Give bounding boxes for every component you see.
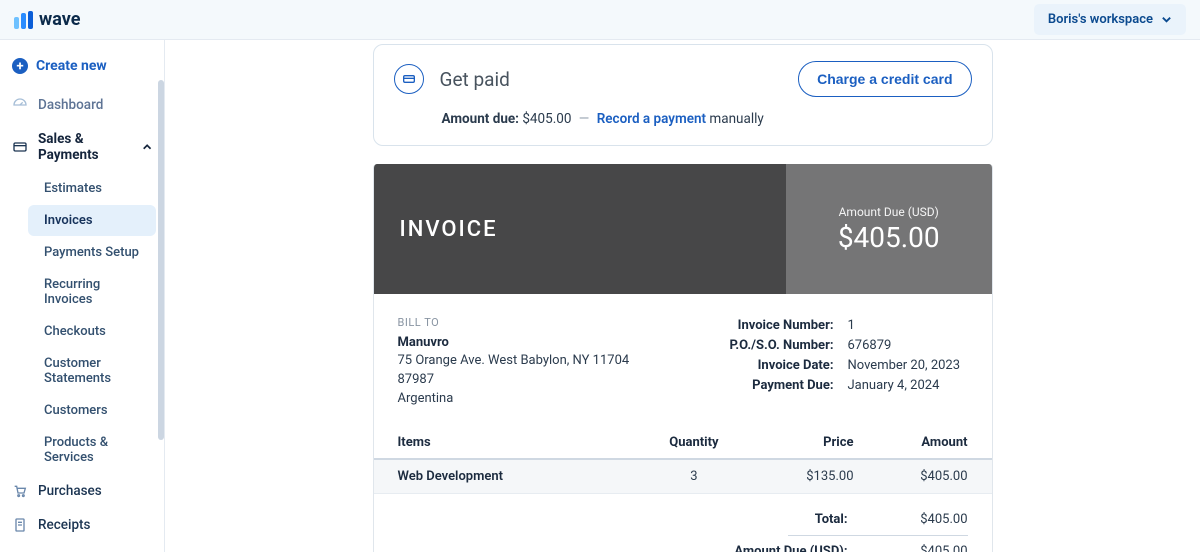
credit-card-icon xyxy=(394,64,424,94)
invoice-amount-due: $405.00 xyxy=(838,221,940,254)
invoice-totals: Total: $405.00 Amount Due (USD): $405.00 xyxy=(374,494,992,552)
invoice-date-value: November 20, 2023 xyxy=(848,356,968,376)
sidebar-item-payments-setup[interactable]: Payments Setup xyxy=(28,237,156,268)
items-table-head: Items Quantity Price Amount xyxy=(374,427,992,460)
sidebar-item-customers[interactable]: Customers xyxy=(28,395,156,426)
po-number-value: 676879 xyxy=(848,336,968,356)
item-price: $135.00 xyxy=(740,469,854,484)
sidebar-item-customer-statements[interactable]: Customer Statements xyxy=(28,348,156,394)
bill-to: BILL TO Manuvro 75 Orange Ave. West Baby… xyxy=(398,316,630,409)
sidebar-item-label: Sales & Payments xyxy=(38,131,132,163)
get-paid-title: Get paid xyxy=(440,68,510,91)
invoice-number-label: Invoice Number: xyxy=(738,316,834,336)
amount-due-total-label: Amount Due (USD): xyxy=(708,544,848,552)
manually-text: manually xyxy=(709,111,763,127)
receipt-icon xyxy=(12,517,28,533)
logo[interactable]: wave xyxy=(14,9,80,30)
get-paid-subtext: Amount due: $405.00 — Record a payment m… xyxy=(394,111,972,127)
sidebar: + Create new Dashboard Sales & Payments … xyxy=(0,40,165,552)
logo-text: wave xyxy=(39,9,80,30)
bill-to-address-line1: 75 Orange Ave. West Babylon, NY 11704 xyxy=(398,352,630,371)
item-amount: $405.00 xyxy=(854,469,968,484)
sidebar-item-label: Receipts xyxy=(38,517,90,533)
bill-to-label: BILL TO xyxy=(398,316,630,329)
payment-due-label: Payment Due: xyxy=(752,376,833,396)
sidebar-item-estimates[interactable]: Estimates xyxy=(28,173,156,204)
invoice-title: INVOICE xyxy=(400,217,498,242)
col-amount-header: Amount xyxy=(854,435,968,450)
sidebar-item-purchases[interactable]: Purchases xyxy=(0,474,164,508)
charge-credit-card-button[interactable]: Charge a credit card xyxy=(798,61,971,97)
get-paid-card: Get paid Charge a credit card Amount due… xyxy=(373,44,993,146)
sidebar-item-invoices[interactable]: Invoices xyxy=(28,205,156,236)
create-new-button[interactable]: + Create new xyxy=(0,46,164,88)
record-payment-link[interactable]: Record a payment xyxy=(597,111,706,127)
gauge-icon xyxy=(12,97,28,113)
invoice-meta: BILL TO Manuvro 75 Orange Ave. West Baby… xyxy=(374,294,992,427)
col-price-header: Price xyxy=(740,435,854,450)
cart-icon xyxy=(12,483,28,499)
amount-due-total-value: $405.00 xyxy=(888,544,968,552)
bill-to-address-line3: Argentina xyxy=(398,390,630,409)
sidebar-item-receipts[interactable]: Receipts xyxy=(0,508,164,542)
sidebar-item-products-services[interactable]: Products & Services xyxy=(28,427,156,473)
workspace-switcher[interactable]: Boris's workspace xyxy=(1034,4,1186,35)
sidebar-item-sales[interactable]: Sales & Payments xyxy=(0,122,164,172)
invoice-card: INVOICE Amount Due (USD) $405.00 BILL TO… xyxy=(373,164,993,552)
invoice-amount-due-label: Amount Due (USD) xyxy=(839,205,939,219)
col-qty-header: Quantity xyxy=(648,435,739,450)
plus-icon: + xyxy=(12,58,28,74)
items-table: Items Quantity Price Amount Web Developm… xyxy=(374,427,992,494)
main-content: Get paid Charge a credit card Amount due… xyxy=(165,40,1200,552)
chevron-down-icon xyxy=(1161,14,1172,25)
item-qty: 3 xyxy=(648,469,739,484)
sidebar-item-checkouts[interactable]: Checkouts xyxy=(28,316,156,347)
sidebar-item-accounting[interactable]: Accounting xyxy=(0,542,164,552)
sidebar-item-label: Purchases xyxy=(38,483,102,499)
table-row: Web Development 3 $135.00 $405.00 xyxy=(374,460,992,494)
invoice-number-value: 1 xyxy=(848,316,968,336)
create-new-label: Create new xyxy=(36,58,107,74)
invoice-meta-right: Invoice Number: 1 P.O./S.O. Number: 676879… xyxy=(729,316,967,409)
amount-due-label: Amount due: xyxy=(442,111,519,127)
invoice-header: INVOICE Amount Due (USD) $405.00 xyxy=(374,164,992,294)
sidebar-item-recurring-invoices[interactable]: Recurring Invoices xyxy=(28,269,156,315)
po-number-label: P.O./S.O. Number: xyxy=(729,336,833,356)
total-value: $405.00 xyxy=(888,512,968,527)
wave-logo-icon xyxy=(14,11,33,29)
workspace-name: Boris's workspace xyxy=(1048,12,1153,27)
sidebar-item-dashboard[interactable]: Dashboard xyxy=(0,88,164,122)
col-items-header: Items xyxy=(398,435,649,450)
bill-to-name: Manuvro xyxy=(398,335,630,350)
total-label: Total: xyxy=(708,512,848,527)
sales-subnav: Estimates Invoices Payments Setup Recurr… xyxy=(0,173,164,473)
invoice-date-label: Invoice Date: xyxy=(758,356,834,376)
sidebar-item-label: Dashboard xyxy=(38,97,103,113)
payment-due-value: January 4, 2024 xyxy=(848,376,968,396)
topbar: wave Boris's workspace xyxy=(0,0,1200,40)
separator: — xyxy=(579,111,590,127)
amount-due-value: $405.00 xyxy=(522,111,571,127)
bill-to-address-line2: 87987 xyxy=(398,371,630,390)
scrollbar-thumb[interactable] xyxy=(158,80,164,440)
card-icon xyxy=(12,139,28,155)
chevron-up-icon xyxy=(142,141,152,153)
item-name: Web Development xyxy=(398,469,649,484)
